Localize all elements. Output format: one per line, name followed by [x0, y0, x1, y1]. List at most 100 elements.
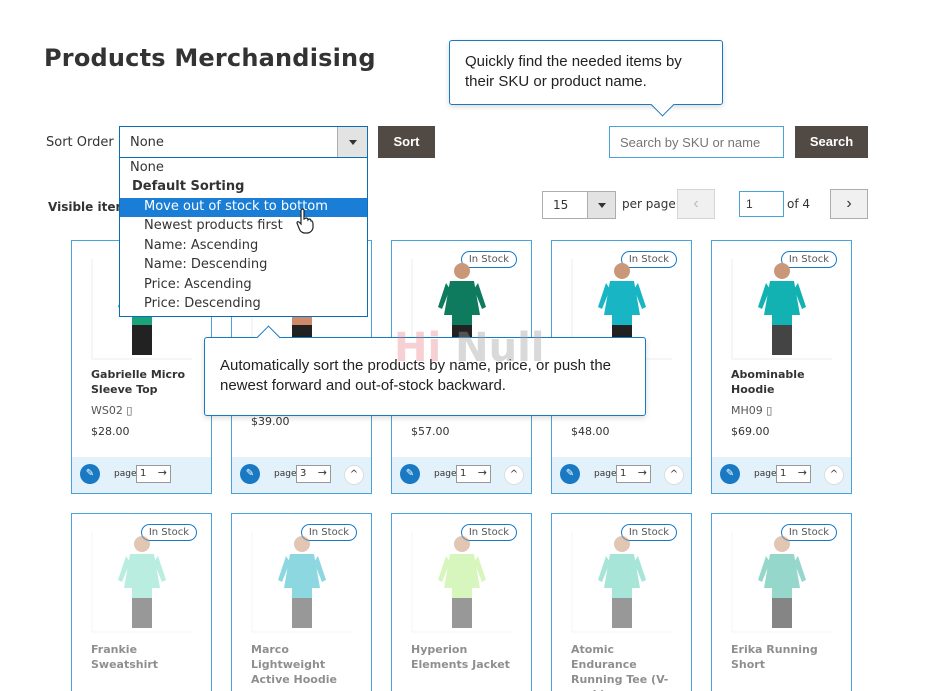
- pin-icon[interactable]: ✎: [560, 464, 580, 484]
- next-page-button[interactable]: ›: [830, 189, 868, 219]
- product-card[interactable]: In Stock Frankie Sweatshirt: [71, 513, 212, 691]
- position-page-label: page: [594, 469, 617, 479]
- product-price: $69.00: [731, 425, 770, 438]
- visible-items-label: Visible item: [48, 200, 128, 214]
- product-card[interactable]: In Stock Atomic Endurance Running Tee (V-…: [551, 513, 692, 691]
- arrow-right-icon[interactable]: →: [638, 466, 647, 479]
- per-page-value: 15: [553, 198, 569, 212]
- position-page-label: page: [114, 469, 137, 479]
- option-label: Name: Ascending: [144, 238, 259, 253]
- watermark-part-b: Null: [455, 325, 545, 371]
- product-image: [90, 530, 194, 634]
- product-card[interactable]: In Stock Marco Lightweight Active Hoodie: [231, 513, 372, 691]
- option-label: Newest products first: [144, 218, 283, 233]
- previous-page-button[interactable]: ‹: [677, 189, 715, 219]
- position-page-input[interactable]: 1 →: [456, 465, 491, 483]
- position-page-label: page: [754, 469, 777, 479]
- product-price: $57.00: [411, 425, 450, 438]
- sort-order-label: Sort Order: [46, 135, 114, 150]
- product-photo: [411, 532, 512, 633]
- sort-option-price-desc[interactable]: Price: Descending: [120, 295, 367, 314]
- product-photo: [571, 532, 672, 633]
- product-image: [250, 530, 354, 634]
- product-name: Atomic Endurance Running Tee (V-neck): [571, 643, 669, 691]
- product-name: Frankie Sweatshirt: [91, 643, 159, 671]
- product-price: $39.00: [251, 415, 290, 428]
- arrow-right-icon[interactable]: →: [798, 466, 807, 479]
- card-footer: ✎ page 3 → ^: [232, 457, 371, 493]
- sort-group-default: Default Sorting: [120, 178, 367, 197]
- hand-cursor-icon: [296, 208, 314, 234]
- product-photo: [91, 532, 192, 633]
- sort-button[interactable]: Sort: [378, 126, 435, 158]
- product-sku: WS02 ▯: [91, 404, 133, 417]
- product-image: [730, 257, 834, 361]
- product-image: [410, 530, 514, 634]
- sort-option-name-desc[interactable]: Name: Descending: [120, 256, 367, 275]
- sort-order-dropdown: None Default Sorting Move out of stock t…: [119, 157, 368, 317]
- option-label: Name: Descending: [144, 257, 268, 272]
- chevron-down-icon[interactable]: [337, 127, 367, 157]
- option-label: None: [130, 160, 164, 175]
- product-name: Hyperion Elements Jacket: [411, 643, 510, 671]
- search-input[interactable]: [609, 126, 784, 158]
- pin-icon[interactable]: ✎: [720, 464, 740, 484]
- position-page-input[interactable]: 1 →: [776, 465, 811, 483]
- card-footer: ✎ page 1 → ^: [392, 457, 531, 493]
- arrow-right-icon[interactable]: →: [158, 466, 167, 479]
- position-page-label: page: [434, 469, 457, 479]
- position-page-input[interactable]: 1 →: [136, 465, 171, 483]
- product-card[interactable]: In Stock Hyperion Elements Jacket: [391, 513, 532, 691]
- sort-option-price-asc[interactable]: Price: Ascending: [120, 276, 367, 295]
- product-name: Gabrielle Micro Sleeve Top: [91, 368, 186, 396]
- watermark-part-a: Hi: [394, 325, 442, 371]
- product-card[interactable]: In Stock Abominable Hoodie MH09 ▯ $69.00 ✎ pa…: [711, 240, 852, 494]
- arrow-right-icon[interactable]: →: [478, 466, 487, 479]
- position-page-input[interactable]: 3 →: [296, 465, 331, 483]
- move-top-button[interactable]: ^: [504, 465, 524, 485]
- product-photo: [731, 532, 832, 633]
- position-page-input[interactable]: 1 →: [616, 465, 651, 483]
- product-card[interactable]: In Stock Erika Running Short: [711, 513, 852, 691]
- page-total-label: of 4: [787, 197, 811, 211]
- sort-option-out-of-stock[interactable]: Move out of stock to bottom: [120, 198, 367, 217]
- pin-icon[interactable]: ✎: [400, 464, 420, 484]
- pin-icon[interactable]: ✎: [240, 464, 260, 484]
- product-price: $28.00: [91, 425, 130, 438]
- card-footer: ✎ page 1 → ^: [712, 457, 851, 493]
- sort-option-name-asc[interactable]: Name: Ascending: [120, 237, 367, 256]
- product-name: Marco Lightweight Active Hoodie: [251, 643, 337, 686]
- group-label: Default Sorting: [132, 179, 245, 194]
- card-footer: ✎ page 1 → ^: [552, 457, 691, 493]
- product-name: Abominable Hoodie: [731, 368, 805, 396]
- per-page-label: per page: [622, 197, 676, 211]
- per-page-select[interactable]: 15: [542, 191, 616, 219]
- page-title: Products Merchandising: [44, 44, 376, 72]
- sort-order-value: None: [130, 135, 164, 150]
- move-top-button[interactable]: ^: [344, 465, 364, 485]
- move-top-button[interactable]: ^: [664, 465, 684, 485]
- search-tooltip: Quickly find the needed items by their S…: [449, 40, 723, 105]
- product-price: $48.00: [571, 425, 610, 438]
- arrow-right-icon[interactable]: →: [318, 466, 327, 479]
- option-label: Price: Ascending: [144, 277, 252, 292]
- merchandising-page: Products Merchandising Sort Order None S…: [0, 0, 933, 691]
- chevron-down-icon[interactable]: [587, 192, 615, 218]
- product-image: [570, 530, 674, 634]
- sort-option-newest[interactable]: Newest products first: [120, 217, 367, 236]
- sort-option-none[interactable]: None: [120, 159, 367, 178]
- watermark: Hi Null: [394, 325, 545, 371]
- move-top-button[interactable]: ^: [824, 465, 844, 485]
- product-photo: [731, 259, 832, 360]
- option-label: Price: Descending: [144, 296, 261, 311]
- search-button[interactable]: Search: [795, 126, 868, 158]
- product-name: Erika Running Short: [731, 643, 818, 671]
- page-number-input[interactable]: [739, 191, 784, 217]
- product-photo: [251, 532, 352, 633]
- product-image: [730, 530, 834, 634]
- pin-icon[interactable]: ✎: [80, 464, 100, 484]
- sort-order-select[interactable]: None: [119, 126, 368, 158]
- card-footer: ✎ page 1 →: [72, 457, 211, 493]
- product-sku: MH09 ▯: [731, 404, 773, 417]
- position-page-label: page: [274, 469, 297, 479]
